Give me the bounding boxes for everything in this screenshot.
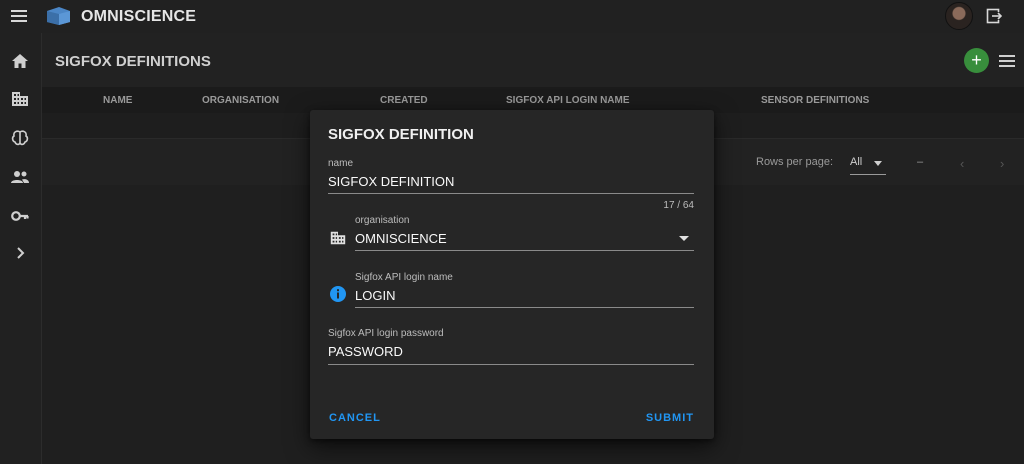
login-field-underline xyxy=(355,307,694,308)
name-field[interactable]: SIGFOX DEFINITION xyxy=(328,174,454,189)
previous-page-button[interactable]: ‹ xyxy=(960,156,964,171)
key-icon[interactable] xyxy=(10,206,30,226)
login-field-label: Sigfox API login name xyxy=(355,272,453,283)
organisation-field-label: organisation xyxy=(355,215,410,226)
add-definition-button[interactable]: + xyxy=(964,48,989,73)
top-app-bar: OMNISCIENCE xyxy=(0,0,1024,33)
column-header-name[interactable]: NAME xyxy=(103,95,132,106)
name-field-label: name xyxy=(328,158,354,169)
rows-per-page-value: All xyxy=(850,156,863,168)
submit-button[interactable]: SUBMIT xyxy=(646,412,694,424)
avatar[interactable] xyxy=(945,2,973,30)
dropdown-arrow-icon[interactable] xyxy=(679,236,689,241)
organisation-select[interactable]: OMNISCIENCE xyxy=(355,231,447,246)
hamburger-menu-icon[interactable] xyxy=(11,10,27,22)
page-range: – xyxy=(917,156,924,168)
app-brand: OMNISCIENCE xyxy=(81,8,197,25)
cancel-button[interactable]: CANCEL xyxy=(329,412,381,424)
next-page-button[interactable]: › xyxy=(1000,156,1004,171)
rows-per-page-label: Rows per page: xyxy=(756,156,834,168)
organisation-select-underline xyxy=(355,250,694,251)
list-menu-icon[interactable] xyxy=(999,55,1015,67)
column-header-sensor-definitions[interactable]: SENSOR DEFINITIONS xyxy=(761,95,869,106)
column-header-created[interactable]: CREATED xyxy=(380,95,428,106)
info-icon xyxy=(330,286,346,302)
brain-icon[interactable] xyxy=(10,128,30,148)
password-field-underline xyxy=(328,364,694,365)
page-header: SIGFOX DEFINITIONS + xyxy=(42,33,1024,87)
home-icon[interactable] xyxy=(10,51,30,71)
cube-logo-icon xyxy=(47,7,70,25)
side-navigation xyxy=(0,33,42,464)
column-header-sigfox-login[interactable]: SIGFOX API LOGIN NAME xyxy=(506,95,630,106)
chevron-right-icon[interactable] xyxy=(10,243,30,263)
dropdown-arrow-icon xyxy=(874,161,882,166)
sigfox-password-field[interactable]: PASSWORD xyxy=(328,344,403,359)
rows-per-page-select[interactable]: All xyxy=(850,151,886,175)
password-field-label: Sigfox API login password xyxy=(328,328,444,339)
page-title: SIGFOX DEFINITIONS xyxy=(55,53,211,70)
sigfox-login-field[interactable]: LOGIN xyxy=(355,288,395,303)
logout-icon[interactable] xyxy=(986,8,1002,24)
building-icon[interactable] xyxy=(10,89,30,109)
sigfox-definition-dialog: SIGFOX DEFINITION name SIGFOX DEFINITION… xyxy=(310,110,714,439)
name-character-counter: 17 / 64 xyxy=(663,200,694,211)
dialog-title: SIGFOX DEFINITION xyxy=(328,126,474,143)
column-header-organisation[interactable]: ORGANISATION xyxy=(202,95,279,106)
building-icon xyxy=(330,231,346,245)
users-icon[interactable] xyxy=(10,167,30,187)
name-field-underline xyxy=(328,193,694,194)
